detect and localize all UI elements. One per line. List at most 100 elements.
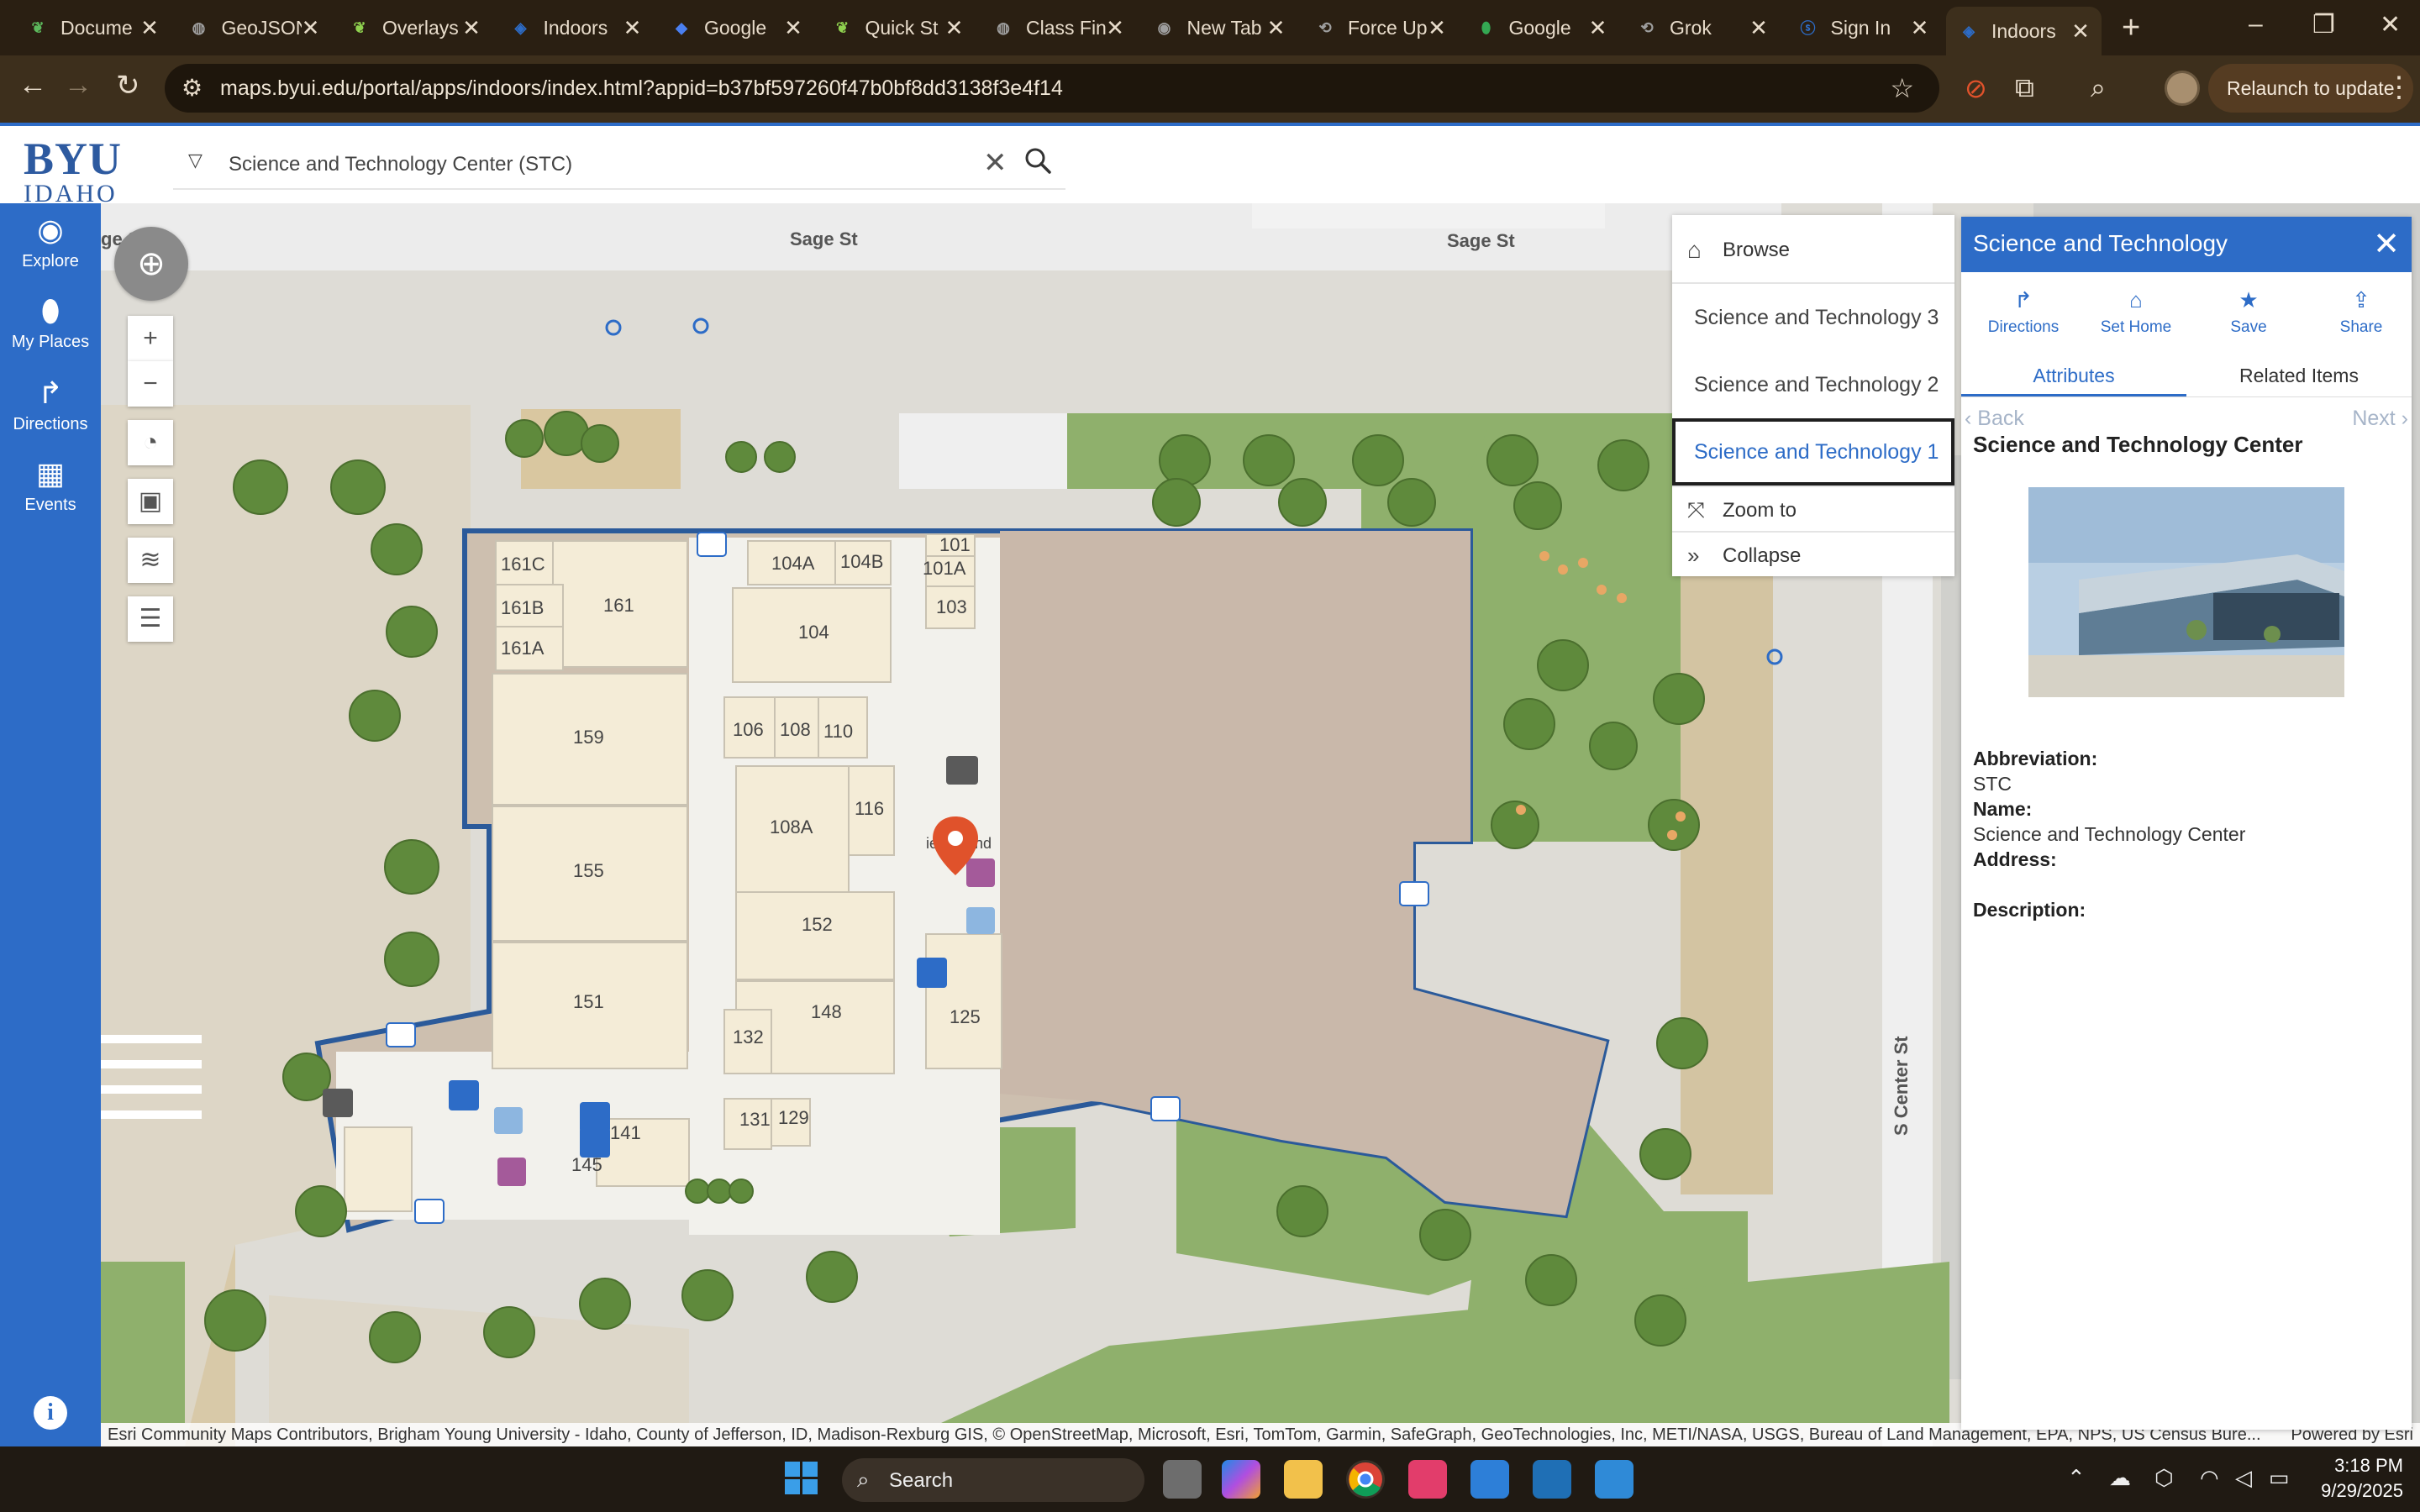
browser-tab[interactable]: ❦ Docume ✕ xyxy=(15,7,171,49)
zoom-in-button[interactable]: + xyxy=(128,316,173,361)
browser-tab[interactable]: ◍ GeoJSON ✕ xyxy=(176,7,332,49)
search-icon[interactable] xyxy=(1022,144,1055,178)
browse-button[interactable]: ⌂ Browse xyxy=(1672,215,1954,284)
browser-tab[interactable]: ◈ Indoors ✕ xyxy=(1946,7,2102,55)
photos-icon[interactable] xyxy=(1595,1460,1634,1499)
address-bar[interactable]: ⚙ maps.byui.edu/portal/apps/indoors/inde… xyxy=(165,64,1939,113)
search-box[interactable]: ▽ Science and Technology Center (STC) ✕ xyxy=(173,138,1065,190)
next-button[interactable]: Next › xyxy=(2352,407,2408,431)
extensions-puzzle-icon[interactable]: ⧉ xyxy=(2015,72,2034,104)
floor-item-1[interactable]: Science and Technology 1 xyxy=(1672,418,1954,486)
collapse-button[interactable]: » Collapse xyxy=(1672,531,1954,576)
browser-tab[interactable]: ⓢ Sign In ✕ xyxy=(1786,7,1941,49)
clock-date[interactable]: 9/29/2025 xyxy=(2294,1480,2403,1502)
tab-search-icon[interactable]: ⌕ xyxy=(2091,72,2106,104)
tab-title: Grok xyxy=(1670,16,1712,39)
relaunch-button[interactable]: Relaunch to update xyxy=(2208,64,2413,113)
clear-search-icon[interactable]: ✕ xyxy=(983,146,1007,180)
app-icon[interactable] xyxy=(1533,1460,1571,1499)
feature-name: Science and Technology Center xyxy=(1973,432,2303,457)
room-label: 103 xyxy=(936,596,967,617)
compass-icon[interactable]: ⊕ xyxy=(114,227,188,301)
forward-arrow-icon[interactable]: → xyxy=(64,69,92,102)
zoom-to-button[interactable]: ⤧ Zoom to xyxy=(1672,486,1954,531)
zoom-out-button[interactable]: − xyxy=(128,361,173,407)
back-button[interactable]: ‹ Back xyxy=(1965,407,2024,431)
nav-directions[interactable]: ↱ Directions xyxy=(0,376,101,434)
app-icon[interactable] xyxy=(1408,1460,1447,1499)
task-view-icon[interactable] xyxy=(1163,1460,1202,1499)
tab-close-icon[interactable]: ✕ xyxy=(462,15,481,41)
basemap-gallery-icon[interactable]: ◔ xyxy=(128,420,173,465)
new-tab-button[interactable]: + xyxy=(2122,10,2140,46)
close-icon[interactable]: ✕ xyxy=(2373,225,2400,263)
tab-close-icon[interactable]: ✕ xyxy=(2071,18,2090,45)
clock-time[interactable]: 3:18 PM xyxy=(2294,1455,2403,1477)
extension-icon[interactable]: ⊘ xyxy=(1965,72,1987,104)
security-icon[interactable]: ⬡ xyxy=(2154,1465,2174,1491)
tab-close-icon[interactable]: ✕ xyxy=(140,15,159,41)
browser-tab[interactable]: ◈ Indoors ✕ xyxy=(498,7,654,49)
vscode-icon[interactable] xyxy=(1470,1460,1509,1499)
tab-related-items[interactable]: Related Items xyxy=(2186,354,2412,396)
copilot-icon[interactable] xyxy=(1222,1460,1260,1499)
tab-close-icon[interactable]: ✕ xyxy=(1428,15,1446,41)
tab-close-icon[interactable]: ✕ xyxy=(945,15,964,41)
browser-tab[interactable]: ❦ Quick St ✕ xyxy=(820,7,976,49)
logo[interactable]: BYU xyxy=(24,133,122,185)
browser-tab[interactable]: ⟲ Grok ✕ xyxy=(1624,7,1780,49)
chrome-icon[interactable] xyxy=(1346,1460,1385,1499)
qr-code-icon[interactable]: ▣ xyxy=(128,479,173,524)
minimize-icon[interactable]: – xyxy=(2249,10,2263,39)
url-text[interactable]: maps.byui.edu/portal/apps/indoors/index.… xyxy=(220,76,1063,101)
battery-icon[interactable]: ▭ xyxy=(2269,1465,2290,1491)
share-button[interactable]: ⇪ Share xyxy=(2311,287,2412,337)
onedrive-icon[interactable]: ☁ xyxy=(2109,1465,2131,1491)
tab-close-icon[interactable]: ✕ xyxy=(1267,15,1286,41)
volume-icon[interactable]: ◁ xyxy=(2235,1465,2252,1491)
browser-tab[interactable]: ◍ Class Fin ✕ xyxy=(981,7,1136,49)
browser-tab[interactable]: ◆ Google ✕ xyxy=(659,7,814,49)
reload-icon[interactable]: ↻ xyxy=(116,69,140,102)
back-arrow-icon[interactable]: ← xyxy=(18,69,47,102)
profile-avatar[interactable] xyxy=(2165,71,2200,106)
tab-close-icon[interactable]: ✕ xyxy=(1911,15,1929,41)
nav-my-places[interactable]: ⬮ My Places xyxy=(0,294,101,352)
layers-icon[interactable]: ≋ xyxy=(128,538,173,583)
tray-chevron-icon[interactable]: ⌃ xyxy=(2067,1465,2086,1491)
site-info-icon[interactable]: ⚙ xyxy=(182,74,203,102)
browser-tab[interactable]: ⟲ Force Up ✕ xyxy=(1302,7,1458,49)
tab-close-icon[interactable]: ✕ xyxy=(1749,15,1768,41)
directions-button[interactable]: ↱ Directions xyxy=(1973,287,2074,337)
tab-close-icon[interactable]: ✕ xyxy=(784,15,802,41)
info-icon[interactable]: i xyxy=(34,1396,67,1430)
window-close-icon[interactable]: ✕ xyxy=(2380,10,2401,39)
search-dropdown-icon[interactable]: ▽ xyxy=(188,150,203,171)
bookmark-star-icon[interactable]: ☆ xyxy=(1890,72,1914,104)
floor-item-2[interactable]: Science and Technology 2 xyxy=(1672,351,1954,418)
browser-tab[interactable]: ◉ New Tab ✕ xyxy=(1142,7,1297,49)
nav-explore[interactable]: ◉ Explore xyxy=(0,213,101,271)
tab-close-icon[interactable]: ✕ xyxy=(1589,15,1607,41)
tab-close-icon[interactable]: ✕ xyxy=(623,15,642,41)
legend-list-icon[interactable]: ☰ xyxy=(128,596,173,642)
browser-tab[interactable]: ⬮ Google ✕ xyxy=(1464,7,1619,49)
globe-icon: ◍ xyxy=(192,18,206,36)
file-explorer-icon[interactable] xyxy=(1284,1460,1323,1499)
browser-tab[interactable]: ❦ Overlays ✕ xyxy=(337,7,492,49)
tab-close-icon[interactable]: ✕ xyxy=(1106,15,1124,41)
browser-menu-icon[interactable]: ⋮ xyxy=(2385,71,2413,104)
search-input[interactable]: Science and Technology Center (STC) xyxy=(229,153,572,176)
tab-attributes[interactable]: Attributes xyxy=(1961,354,2186,396)
next-label: Next xyxy=(2352,407,2396,430)
windows-start-icon[interactable] xyxy=(785,1462,818,1495)
tab-close-icon[interactable]: ✕ xyxy=(302,15,320,41)
directions-arrow-icon: ↱ xyxy=(2014,287,2033,312)
taskbar-search[interactable]: ⌕ Search xyxy=(842,1458,1144,1502)
floor-item-3[interactable]: Science and Technology 3 xyxy=(1672,284,1954,351)
restore-icon[interactable]: ❐ xyxy=(2312,10,2335,39)
save-button[interactable]: ★ Save xyxy=(2198,287,2299,337)
set-home-button[interactable]: ⌂ Set Home xyxy=(2086,287,2186,337)
wifi-icon[interactable]: ◠ xyxy=(2200,1465,2219,1491)
nav-events[interactable]: ▦ Events xyxy=(0,457,101,515)
